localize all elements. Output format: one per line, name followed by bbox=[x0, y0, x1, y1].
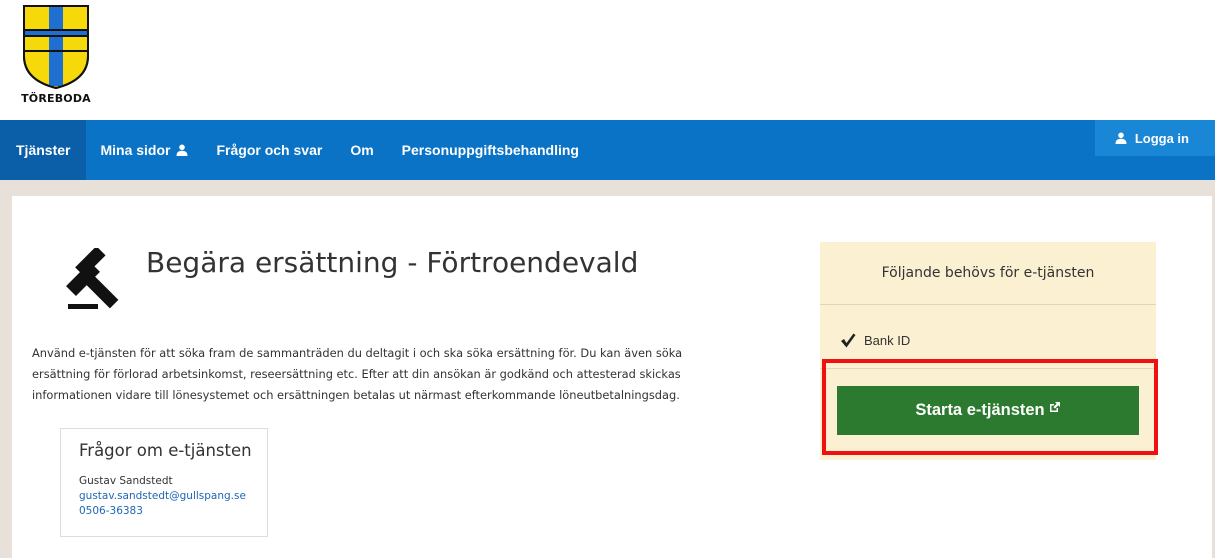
start-service-button[interactable]: Starta e-tjänsten bbox=[837, 386, 1139, 435]
contact-email-link[interactable]: gustav.sandstedt@gullspang.se bbox=[79, 490, 246, 502]
nav-item-om[interactable]: Om bbox=[336, 120, 387, 180]
page-title: Begära ersättning - Förtroendevald bbox=[146, 246, 639, 279]
nav-label: Mina sidor bbox=[100, 142, 171, 158]
coat-of-arms-icon bbox=[23, 5, 89, 90]
checkmark-icon bbox=[841, 333, 856, 348]
site-header: TÖREBODA bbox=[0, 0, 1215, 120]
nav-item-mina-sidor[interactable]: Mina sidor bbox=[86, 120, 202, 180]
user-icon bbox=[1115, 132, 1127, 144]
nav-label: Tjänster bbox=[16, 142, 71, 158]
contact-name: Gustav Sandstedt bbox=[79, 475, 173, 487]
requirement-item: Bank ID bbox=[840, 333, 910, 348]
external-link-icon bbox=[1049, 401, 1060, 412]
service-content: Begära ersättning - Förtroendevald Använ… bbox=[12, 196, 1212, 558]
nav-item-personuppgiftsbehandling[interactable]: Personuppgiftsbehandling bbox=[388, 120, 593, 180]
nav-label: Personuppgiftsbehandling bbox=[401, 142, 579, 158]
gavel-icon bbox=[66, 248, 119, 309]
requirement-label: Bank ID bbox=[864, 333, 911, 348]
nav-item-fragor-och-svar[interactable]: Frågor och svar bbox=[202, 120, 336, 180]
user-icon bbox=[176, 144, 188, 156]
nav-label: Om bbox=[350, 142, 374, 158]
start-service-label: Starta e-tjänsten bbox=[915, 401, 1045, 419]
site-logo[interactable]: TÖREBODA bbox=[20, 4, 92, 105]
nav-item-tjanster[interactable]: Tjänster bbox=[0, 120, 87, 180]
login-label: Logga in bbox=[1134, 130, 1189, 146]
contact-phone-link[interactable]: 0506-36383 bbox=[79, 505, 143, 517]
logo-text: TÖREBODA bbox=[21, 92, 91, 105]
contact-heading: Frågor om e-tjänsten bbox=[79, 441, 252, 460]
service-description: Använd e-tjänsten för att söka fram de s… bbox=[32, 346, 683, 402]
requirements-heading: Följande behövs för e-tjänsten bbox=[820, 242, 1156, 305]
nav-label: Frågor och svar bbox=[216, 142, 323, 158]
login-button[interactable]: Logga in bbox=[1094, 120, 1215, 156]
contact-box: Frågor om e-tjänsten Gustav Sandstedt gu… bbox=[60, 428, 268, 537]
main-navigation: Tjänster Mina sidor Frågor och svar Om P… bbox=[0, 120, 1215, 180]
